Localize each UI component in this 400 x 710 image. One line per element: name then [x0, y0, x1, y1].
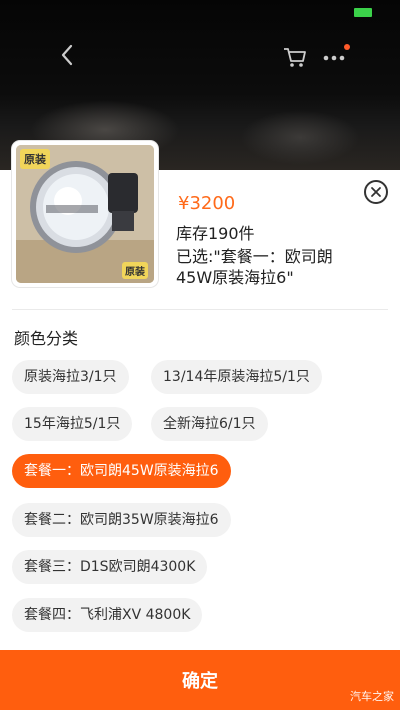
option-chip[interactable]: 套餐四：飞利浦XV 4800K: [12, 598, 203, 632]
option-chip[interactable]: 套餐三：D1S欧司朗4300K: [12, 550, 208, 584]
close-button[interactable]: [364, 180, 388, 204]
close-icon: [371, 187, 381, 197]
option-chip[interactable]: 13/14年原装海拉5/1只: [151, 360, 322, 394]
chevron-left-icon: [61, 44, 73, 66]
more-icon: [323, 55, 345, 61]
option-chip[interactable]: 套餐二：欧司朗35W原装海拉6: [12, 503, 231, 537]
selected-option-label: 已选:"套餐一：欧司朗45W原装海拉6": [176, 247, 333, 287]
product-image: 原装 原装: [16, 145, 154, 283]
background-glow: [240, 110, 360, 165]
option-chip[interactable]: 全新海拉6/1只: [151, 407, 268, 441]
option-chip-selected[interactable]: 套餐一：欧司朗45W原装海拉6: [12, 454, 231, 488]
cart-icon: [284, 48, 306, 67]
back-button[interactable]: [54, 40, 80, 70]
confirm-button[interactable]: 确定 汽车之家: [0, 650, 400, 710]
confirm-button-label: 确定: [182, 671, 218, 692]
cart-button[interactable]: [282, 44, 308, 70]
battery-icon: [354, 8, 372, 17]
stock-label: 库存190件: [176, 224, 255, 243]
option-chip[interactable]: 15年海拉5/1只: [12, 407, 133, 441]
product-thumbnail[interactable]: 原装 原装: [12, 141, 158, 287]
watermark: 汽车之家: [350, 690, 394, 703]
more-button[interactable]: [322, 44, 350, 70]
price-label: ¥3200: [178, 193, 236, 214]
section-title-color: 颜色分类: [14, 329, 79, 348]
notification-dot: [344, 44, 350, 50]
divider: [12, 309, 388, 310]
original-tag: 原装: [122, 262, 148, 279]
original-tag: 原装: [20, 149, 50, 169]
option-chip[interactable]: 原装海拉3/1只: [12, 360, 129, 394]
